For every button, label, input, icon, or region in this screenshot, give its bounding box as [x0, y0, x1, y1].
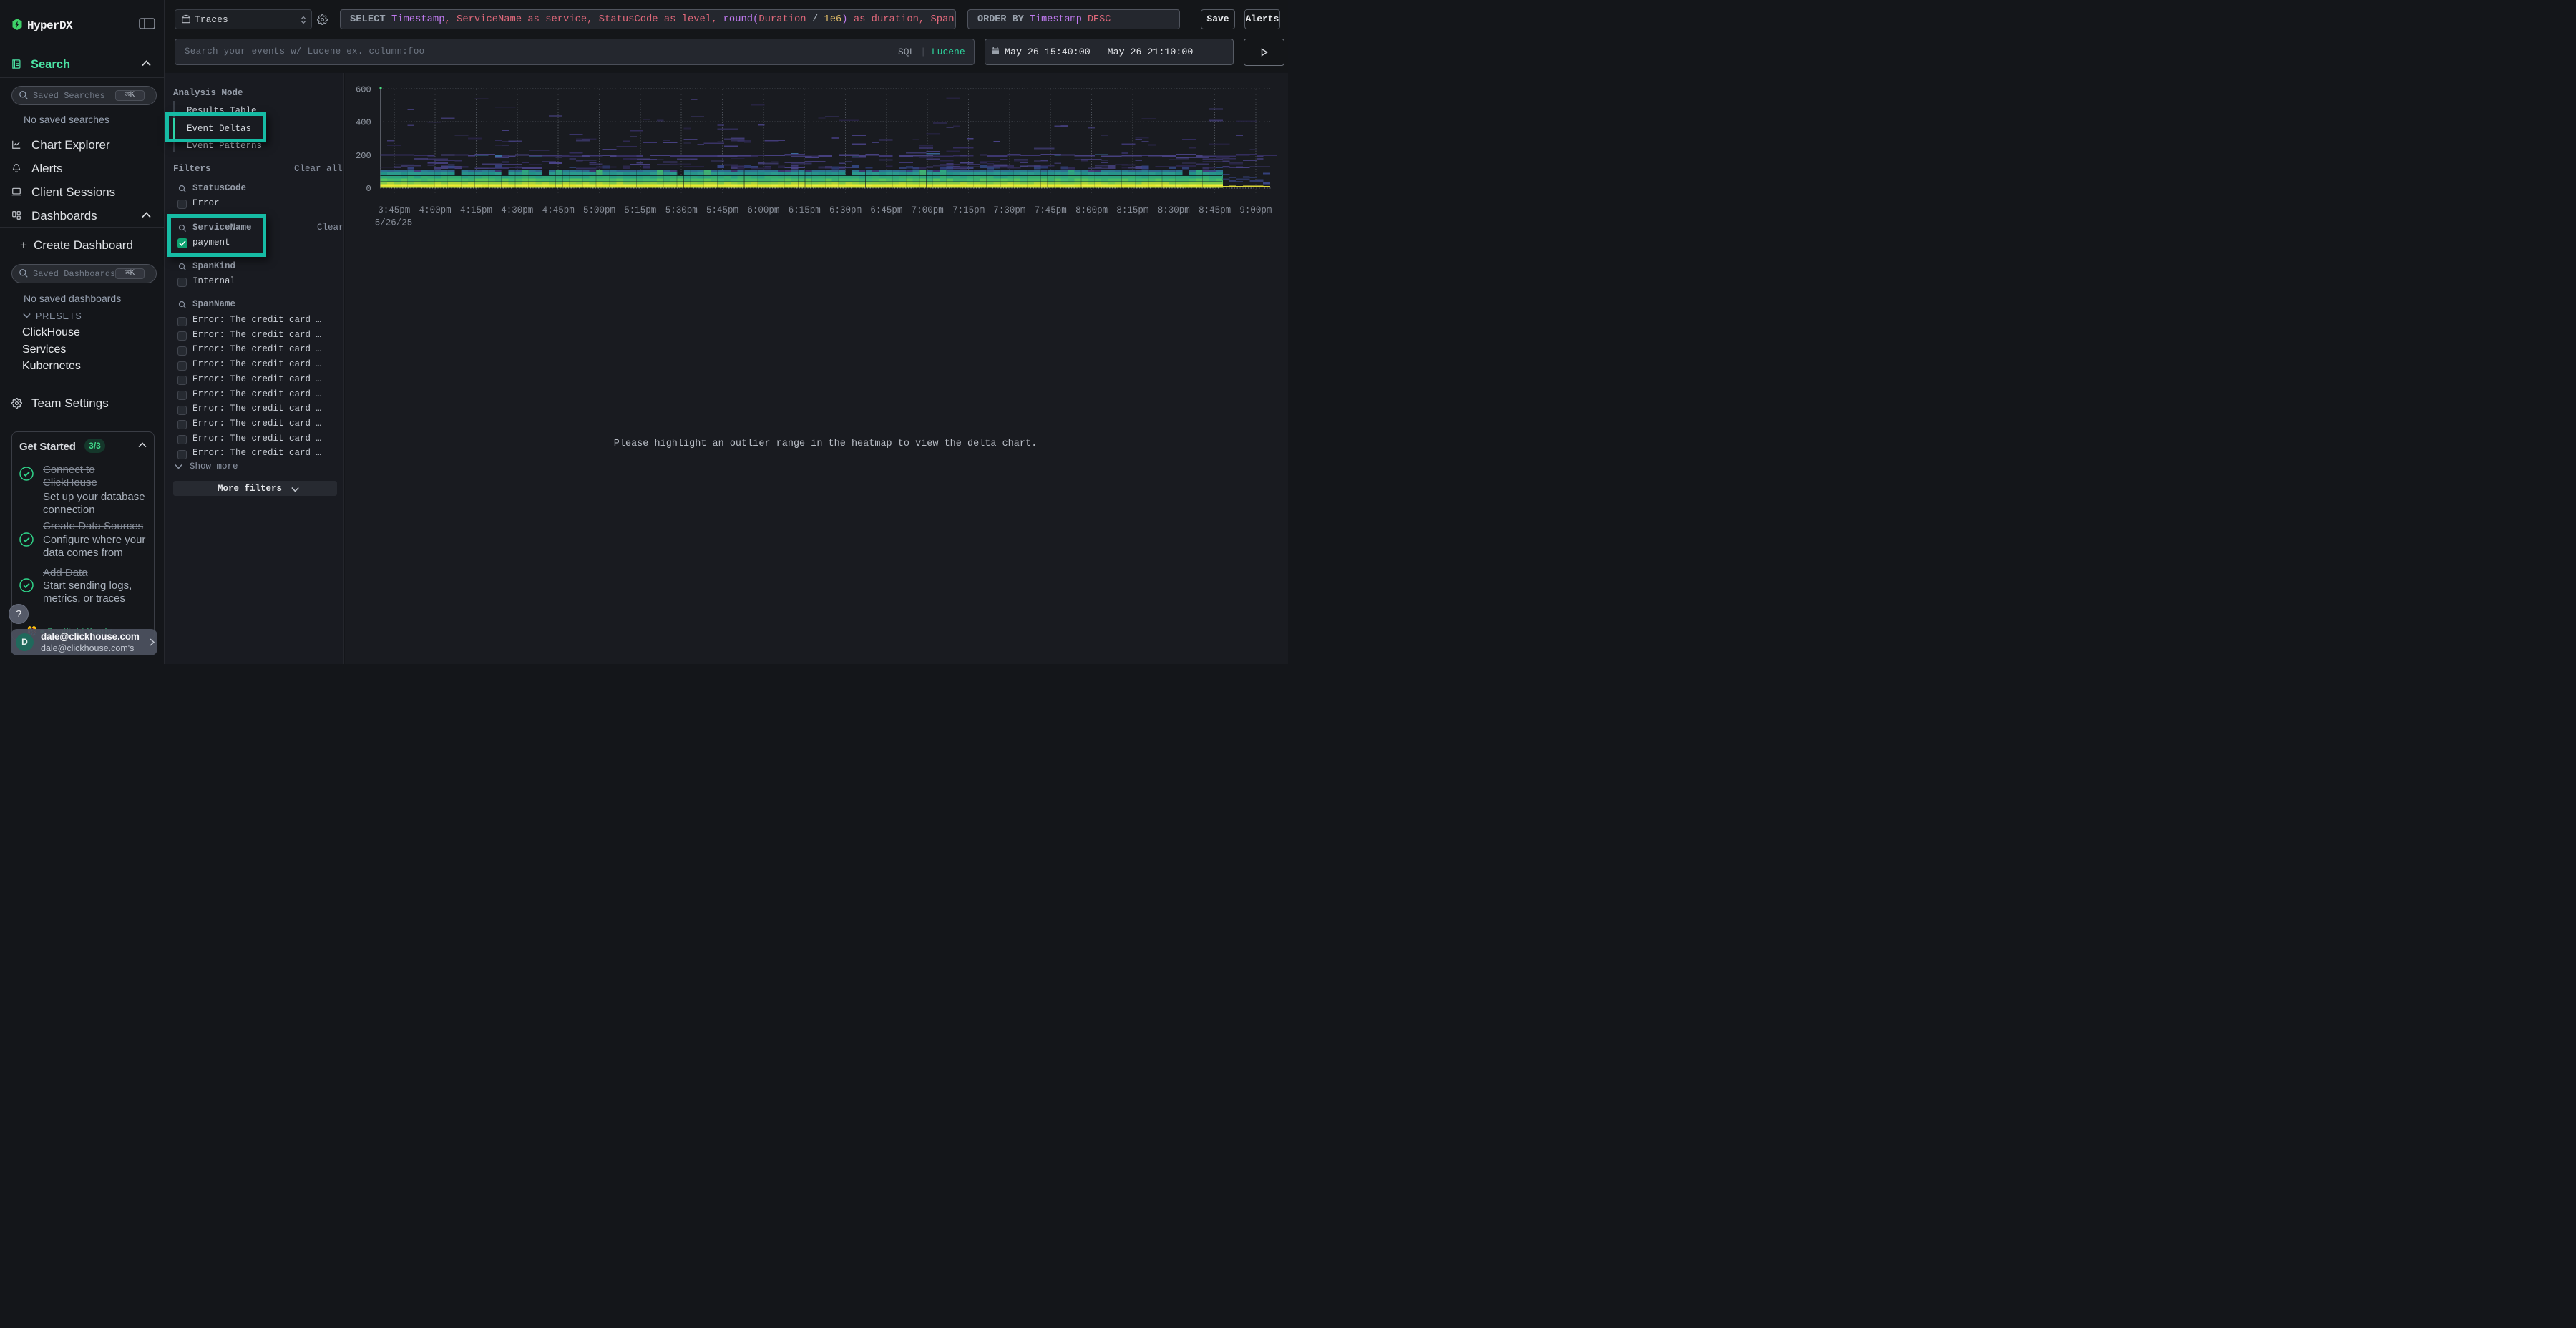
- svg-text:6:00pm: 6:00pm: [747, 205, 779, 215]
- svg-text:4:30pm: 4:30pm: [501, 205, 533, 215]
- svg-text:6:15pm: 6:15pm: [789, 205, 821, 215]
- svg-text:200: 200: [356, 151, 371, 161]
- svg-text:5:15pm: 5:15pm: [624, 205, 656, 215]
- svg-text:400: 400: [356, 118, 371, 128]
- svg-text:8:15pm: 8:15pm: [1116, 205, 1148, 215]
- svg-text:7:30pm: 7:30pm: [993, 205, 1025, 215]
- svg-text:5/26/25: 5/26/25: [375, 218, 413, 228]
- svg-text:3:45pm: 3:45pm: [378, 205, 410, 215]
- svg-text:8:00pm: 8:00pm: [1075, 205, 1108, 215]
- svg-text:7:15pm: 7:15pm: [952, 205, 985, 215]
- svg-text:4:00pm: 4:00pm: [419, 205, 452, 215]
- svg-text:6:45pm: 6:45pm: [870, 205, 902, 215]
- svg-text:4:15pm: 4:15pm: [460, 205, 492, 215]
- svg-text:600: 600: [356, 85, 371, 95]
- svg-text:6:30pm: 6:30pm: [829, 205, 862, 215]
- svg-text:0: 0: [366, 184, 371, 194]
- svg-text:7:00pm: 7:00pm: [912, 205, 944, 215]
- svg-text:8:30pm: 8:30pm: [1158, 205, 1190, 215]
- svg-text:5:45pm: 5:45pm: [706, 205, 738, 215]
- svg-text:4:45pm: 4:45pm: [542, 205, 575, 215]
- svg-text:5:30pm: 5:30pm: [665, 205, 698, 215]
- svg-text:7:45pm: 7:45pm: [1035, 205, 1067, 215]
- svg-text:5:00pm: 5:00pm: [583, 205, 615, 215]
- svg-text:9:00pm: 9:00pm: [1239, 205, 1272, 215]
- svg-text:8:45pm: 8:45pm: [1199, 205, 1231, 215]
